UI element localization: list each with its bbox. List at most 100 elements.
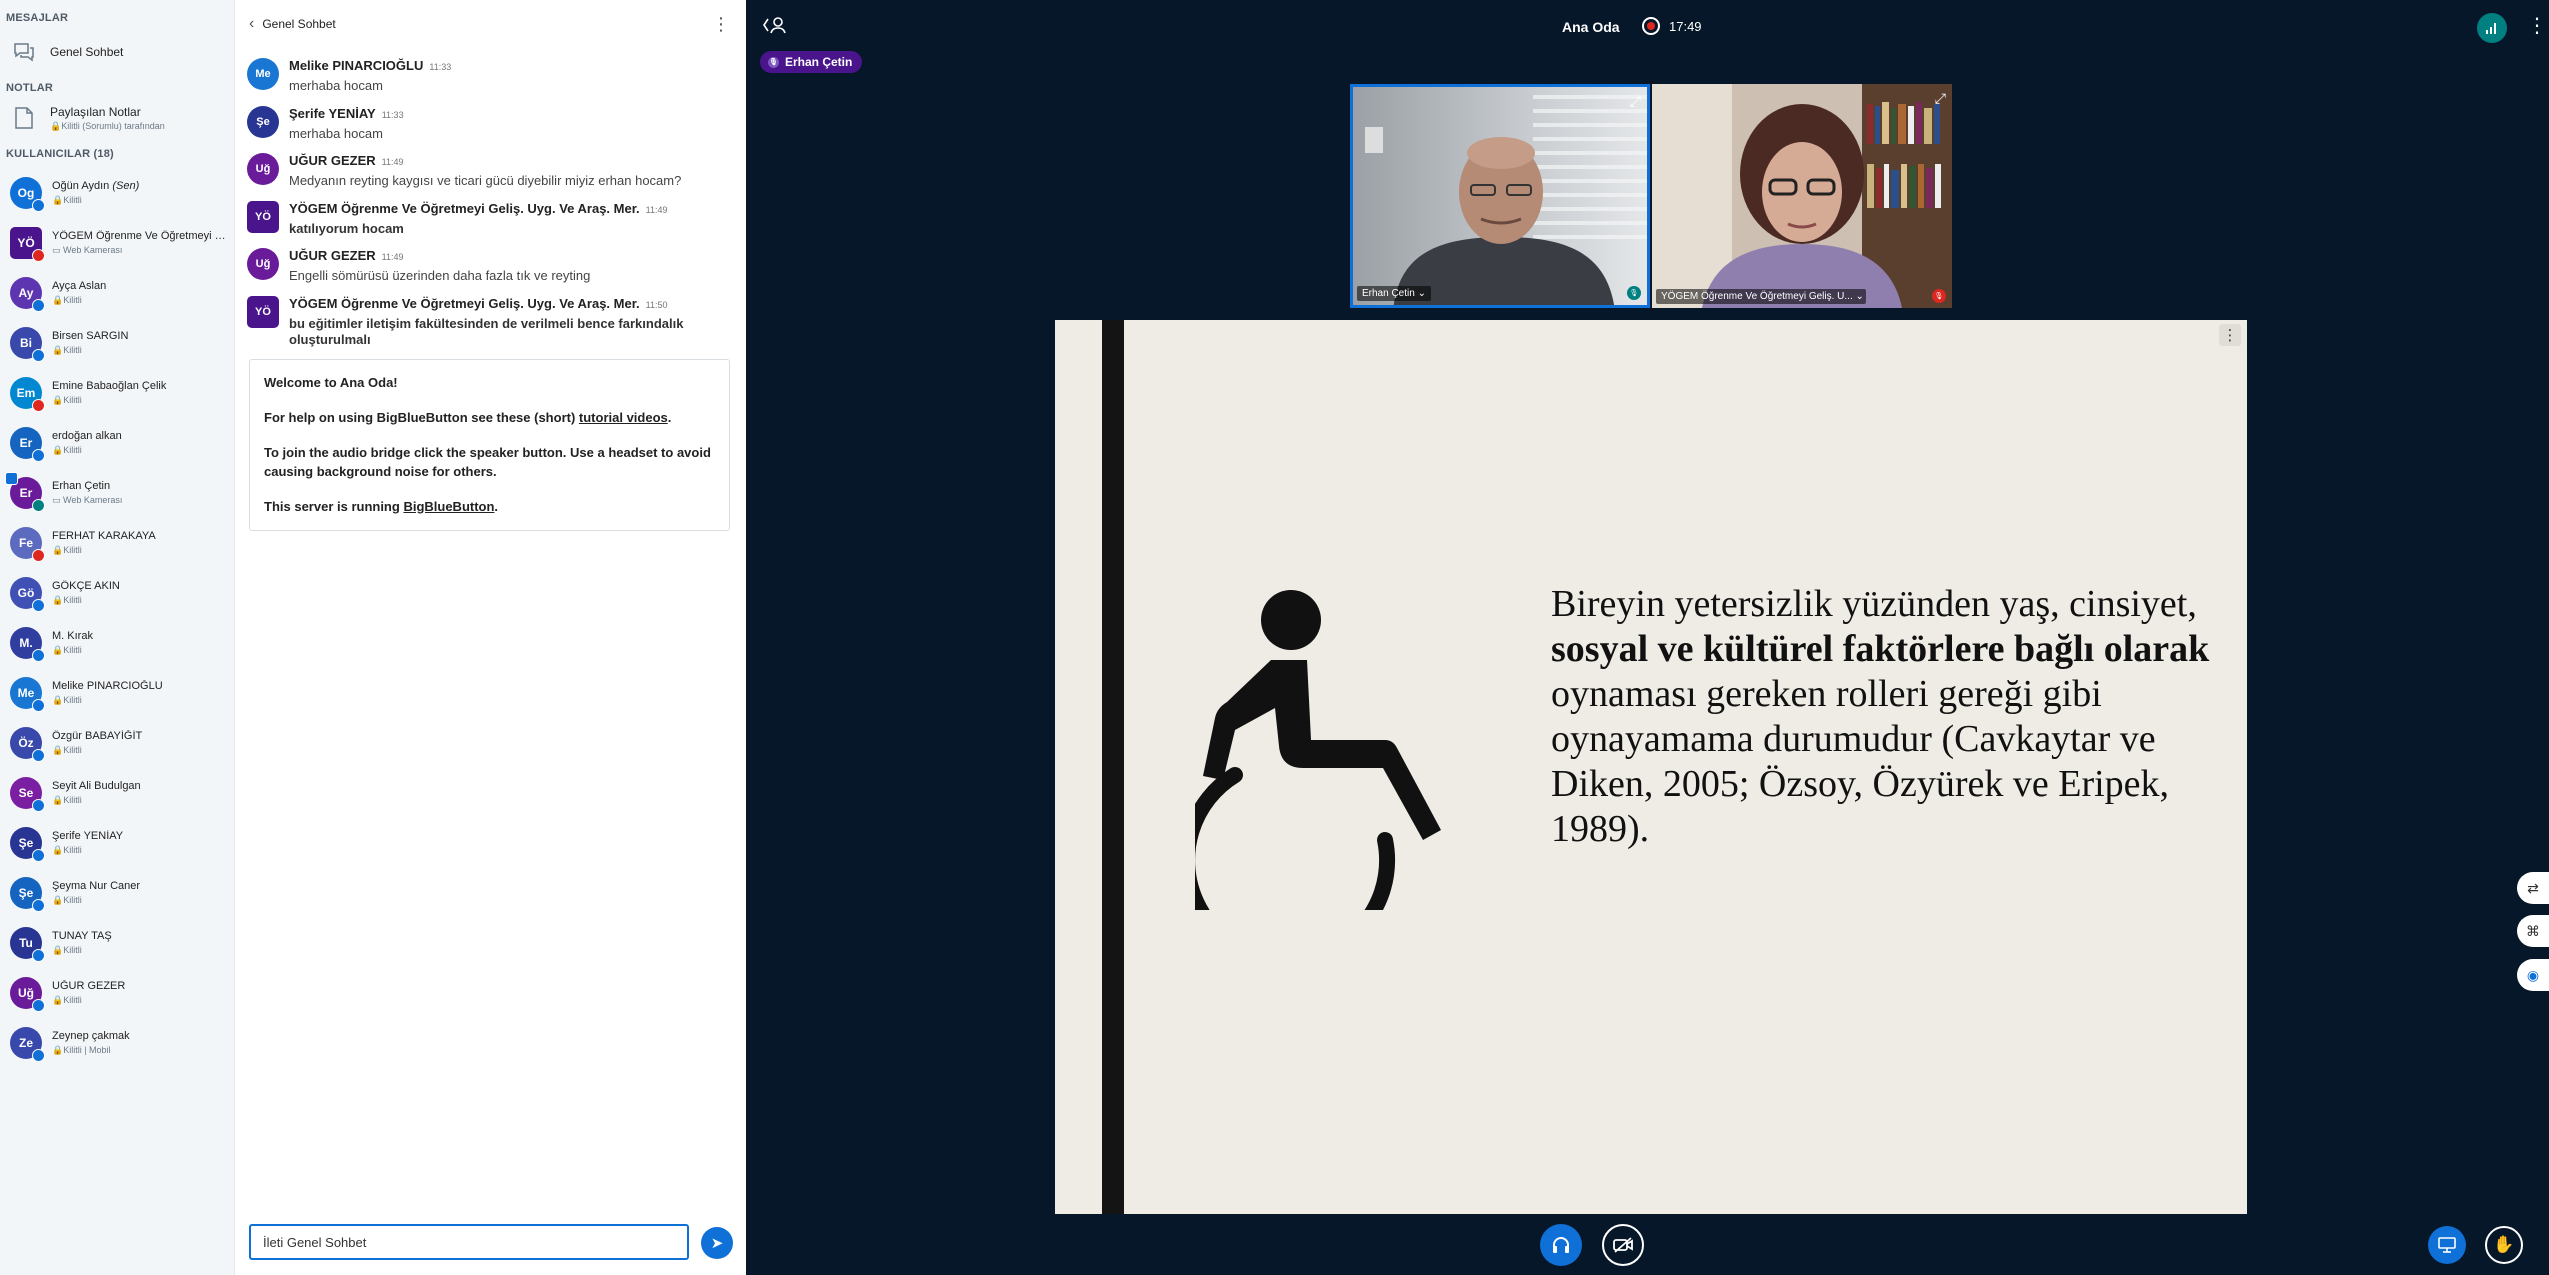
video-off-icon[interactable] [1602,1224,1644,1266]
user-list-item[interactable]: Se Seyit Ali Budulgan 🔒Kilitli [0,768,234,818]
avatar: Uğ [247,153,279,185]
slide-text: Bireyin yetersizlik yüzünden yaş, cinsiy… [1551,582,2211,852]
message-time: 11:50 [645,299,668,310]
talking-indicator[interactable]: 🎙 Erhan Çetin [760,51,863,73]
user-list-item[interactable]: Me Melike PINARCIOĞLU 🔒Kilitli [0,668,234,718]
user-name-text: Seyit Ali Budulgan [52,780,141,792]
user-list-item[interactable]: Ay Ayça Aslan 🔒Kilitli [0,268,234,318]
message-sender-name: YÖGEM Öğrenme Ve Öğretmeyi Geliş. Uyg. V… [289,295,640,311]
user-list-item[interactable]: Şe Şerife YENİAY 🔒Kilitli [0,818,234,868]
message-sender: UĞUR GEZER 11:49 [289,248,590,264]
avatar: Og [10,177,45,212]
presentation-slide[interactable]: Bireyin yetersizlik yüzünden yaş, cinsiy… [1055,320,2247,1214]
user-status: 🔒Kilitli [52,345,82,356]
presentation-icon[interactable] [2428,1226,2466,1264]
public-chat-item[interactable]: Genel Sohbet [0,30,234,74]
send-message-button[interactable]: ➤ [701,1227,733,1259]
user-list-item[interactable]: Ze Zeynep çakmak 🔒Kilitli | Mobil [0,1018,234,1068]
avatar: Öz [10,727,45,762]
user-list-item[interactable]: YÖ YÖGEM Öğrenme Ve Öğretmeyi Geliş. Uyg.… [0,218,234,268]
user-list-item[interactable]: Tu TUNAY TAŞ 🔒Kilitli [0,918,234,968]
user-list-item[interactable]: M. M. Kırak 🔒Kilitli [0,618,234,668]
presentation-options-icon[interactable]: ⋮ [2219,324,2241,346]
avatar: Me [247,58,279,90]
user-name-text: Oğün Aydın [52,180,110,192]
user-list-item[interactable]: Og Oğün Aydın (Sen) 🔒Kilitli [0,168,234,218]
apps-icon[interactable]: ⌘ [2517,915,2549,947]
user-name: FERHAT KARAKAYA [52,530,232,543]
video-label-2[interactable]: YÖGEM Öğrenme Ve Öğretmeyi Geliş. U... ⌄ [1656,289,1866,304]
users-list: Og Oğün Aydın (Sen) 🔒Kilitli YÖ YÖGEM Öğrenm… [0,168,234,1068]
user-name-text: Şerife YENİAY [52,830,124,842]
bigbluebutton-link[interactable]: BigBlueButton [403,499,494,514]
avatar: YÖ [10,227,45,262]
avatar: Se [10,777,45,812]
user-name-text: Melike PINARCIOĞLU [52,680,163,692]
chat-message: Şe Şerife YENİAY 11:33 merhaba hocam [247,105,732,143]
user-name-text: GÖKÇE AKIN [52,580,120,592]
toggle-userlist-icon[interactable] [762,15,788,40]
chat-message-input[interactable] [249,1224,689,1260]
mic-status-icon [32,699,45,712]
user-list-item[interactable]: Em Emine Babaoğlan Çelik 🔒Kilitli [0,368,234,418]
user-list-item[interactable]: Gö GÖKÇE AKIN 🔒Kilitli [0,568,234,618]
mic-muted-icon: 🎙 [1932,289,1946,303]
video-tile-yogem[interactable]: YÖGEM Öğrenme Ve Öğretmeyi Geliş. U... ⌄… [1652,84,1952,308]
chat-message: Me Melike PINARCIOĞLU 11:33 merhaba hocam [247,58,732,95]
presenter-icon [5,472,18,485]
fullscreen-icon[interactable]: ⤢ [1935,90,1946,107]
options-menu-icon[interactable]: ⋮ [2527,13,2547,38]
user-name: YÖGEM Öğrenme Ve Öğretmeyi Geliş. Uyg. V… [52,230,232,243]
user-list-item[interactable]: Öz Özgür BABAYİĞİT 🔒Kilitli [0,718,234,768]
send-icon: ➤ [710,1235,724,1252]
mic-status-icon [32,599,45,612]
headphones-icon[interactable] [1540,1224,1582,1266]
message-sender: UĞUR GEZER 11:49 [289,153,681,169]
chat-message: YÖ YÖGEM Öğrenme Ve Öğretmeyi Geliş. Uyg.… [247,200,732,238]
mic-status-icon [32,649,45,662]
user-name: Şerife YENİAY [52,830,232,843]
video-tile-erhan[interactable]: Erhan Çetin ⌄ ⤢ 🎙 [1350,84,1650,308]
user-list-item[interactable]: Şe Şeyma Nur Caner 🔒Kilitli [0,868,234,918]
avatar-initials: Uğ [18,986,34,1000]
mic-status-icon [32,249,45,262]
mic-status-icon [32,549,45,562]
public-chat-label: Genel Sohbet [50,45,124,59]
assistant-icon[interactable]: ◉ [2517,959,2549,991]
recording-indicator-icon[interactable] [1642,17,1660,35]
message-sender-name: Melike PINARCIOĞLU [289,58,424,73]
avatar-initials: Me [255,68,271,80]
user-list-item[interactable]: Er erdoğan alkan 🔒Kilitli [0,418,234,468]
chat-options-icon[interactable]: ⋮ [712,15,730,33]
user-status: 🔒Kilitli [52,445,82,456]
tutorial-videos-link[interactable]: tutorial videos [579,410,668,425]
translate-icon[interactable]: ⇄ [2517,872,2549,904]
user-status: 🔒Kilitli [52,195,82,206]
chat-back-button[interactable]: ‹ Genel Sohbet [249,15,336,33]
message-time: 11:33 [381,109,404,120]
user-list-item[interactable]: Fe FERHAT KARAKAYA 🔒Kilitli [0,518,234,568]
user-list-item[interactable]: Bi Birsen SARGIN 🔒Kilitli [0,318,234,368]
chat-title: Genel Sohbet [262,17,336,31]
avatar-initials: Ay [18,286,34,300]
user-status: 🔒Kilitli [52,595,82,606]
shared-notes-item[interactable]: Paylaşılan Notlar 🔒Kilitli (Sorumlu) tar… [0,94,234,140]
avatar-initials: Fe [18,536,33,550]
user-status: 🔒Kilitli [52,645,82,656]
fullscreen-icon[interactable]: ⤢ [1630,93,1641,110]
user-name: Zeynep çakmak [52,1030,232,1043]
user-name: Oğün Aydın (Sen) [52,180,232,193]
chat-messages: Me Melike PINARCIOĞLU 11:33 merhaba hocam Şe… [235,48,746,348]
video-label-1[interactable]: Erhan Çetin ⌄ [1357,286,1431,301]
mic-status-icon [32,849,45,862]
avatar-initials: Öz [18,736,34,750]
avatar: Uğ [247,248,279,280]
recording-time: 17:49 [1669,19,1702,34]
user-list-item[interactable]: Uğ UĞUR GEZER 🔒Kilitli [0,968,234,1018]
user-list-item[interactable]: Er Erhan Çetin ▭ Web Kamerası [0,468,234,518]
connection-status-icon[interactable] [2477,13,2507,43]
avatar: Gö [10,577,45,612]
raise-hand-icon[interactable]: ✋ [2485,1226,2523,1264]
main-area: Ana Oda 17:49 ⋮ 🎙 Erhan Çetin Erhan Çeti… [746,0,2549,1275]
user-name-text: UĞUR GEZER [52,980,126,992]
